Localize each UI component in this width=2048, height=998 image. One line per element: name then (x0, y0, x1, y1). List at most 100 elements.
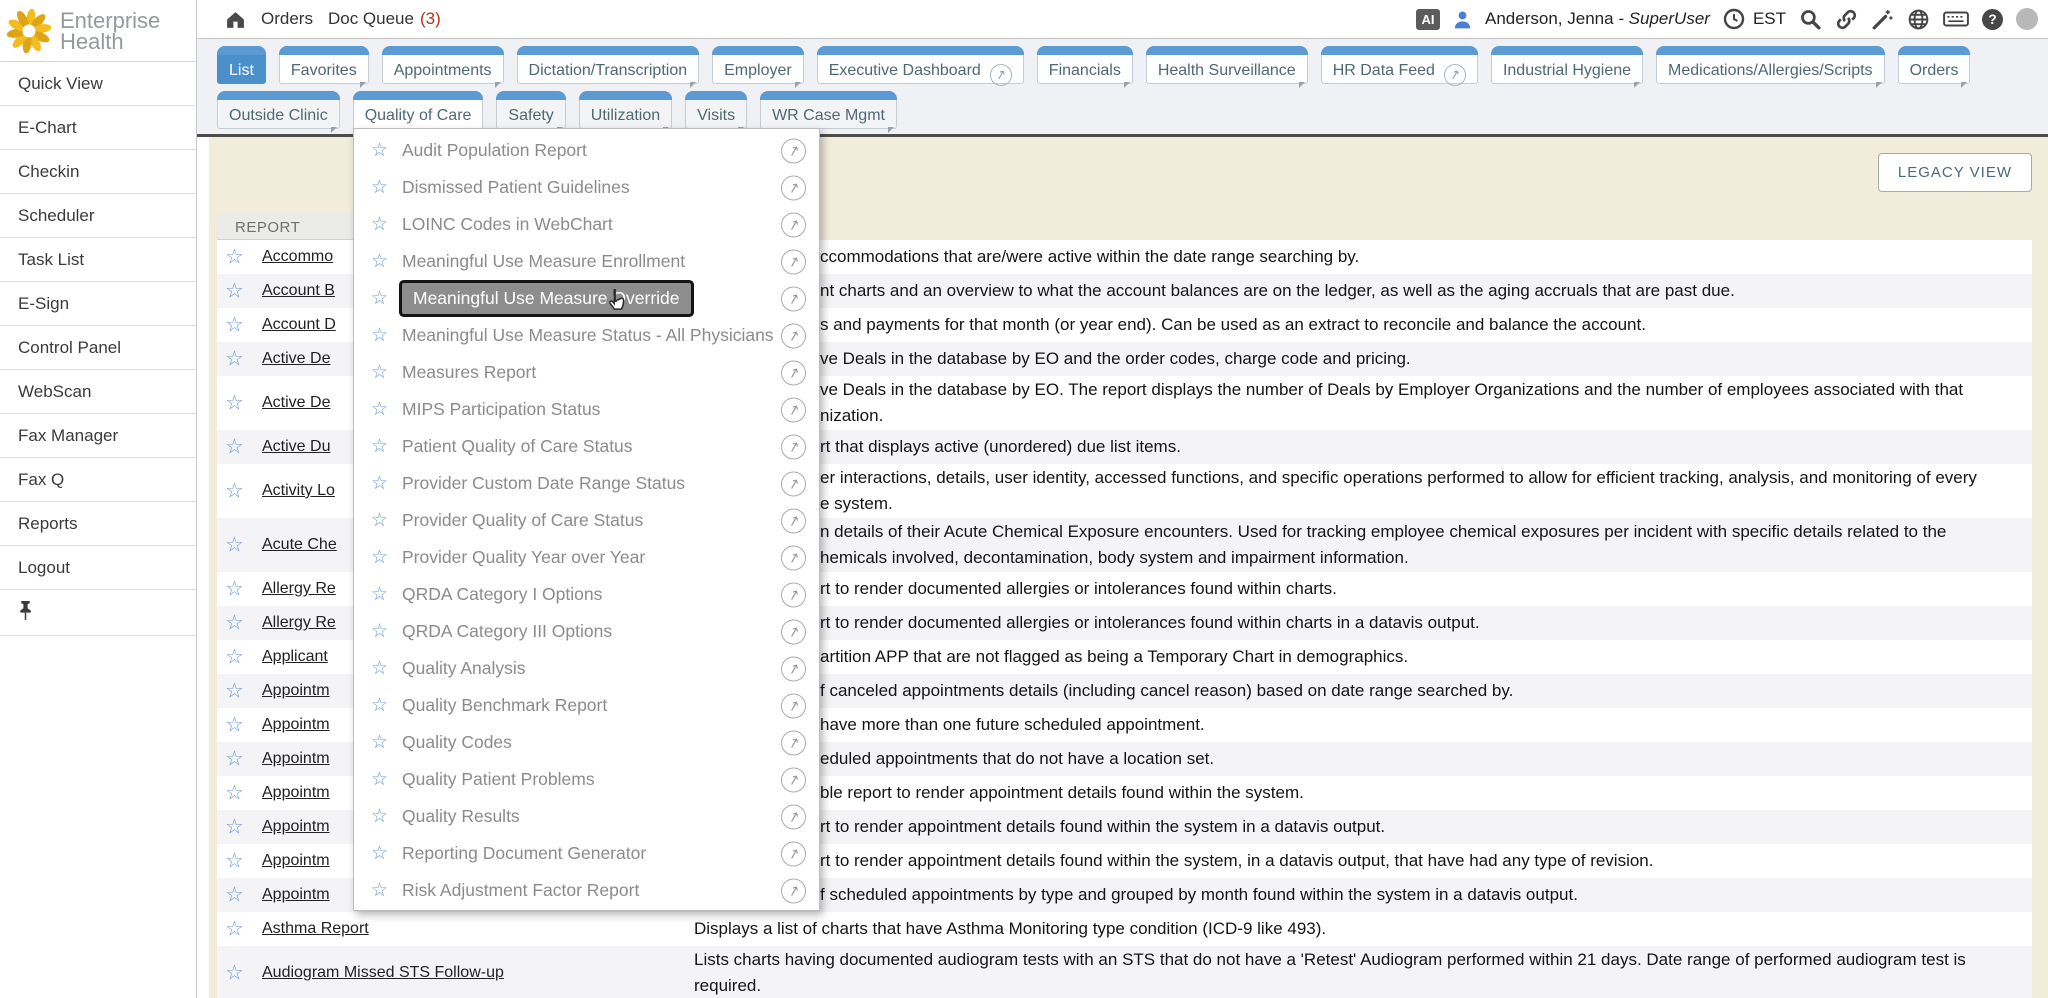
open-report-icon[interactable]: ↗ (781, 434, 806, 459)
tab[interactable]: List (217, 46, 266, 84)
sidebar-pin-row[interactable] (0, 590, 196, 636)
open-report-icon[interactable]: ↗ (781, 249, 806, 274)
open-report-icon[interactable]: ↗ (781, 138, 806, 163)
favorite-star-icon[interactable]: ☆ (371, 215, 392, 234)
open-report-icon[interactable]: ↗ (781, 323, 806, 348)
dropdown-item[interactable]: ☆ Reporting Document Generator ↗ (354, 835, 819, 872)
favorite-star-icon[interactable]: ☆ (225, 393, 244, 414)
favorite-star-icon[interactable]: ☆ (225, 579, 244, 600)
favorite-star-icon[interactable]: ☆ (371, 178, 392, 197)
open-report-icon[interactable]: ↗ (781, 582, 806, 607)
report-link[interactable]: Appointm (262, 716, 330, 734)
report-link[interactable]: Activity Lo (262, 482, 335, 500)
open-report-icon[interactable]: ↗ (781, 286, 806, 311)
open-report-icon[interactable]: ↗ (781, 730, 806, 755)
tab[interactable]: Employer (712, 46, 804, 84)
dropdown-item[interactable]: ☆ Audit Population Report ↗ (354, 132, 819, 169)
favorite-star-icon[interactable]: ☆ (225, 647, 244, 668)
favorite-star-icon[interactable]: ☆ (371, 326, 392, 345)
report-link[interactable]: Account D (262, 316, 336, 334)
dropdown-item[interactable]: ☆ Quality Patient Problems ↗ (354, 761, 819, 798)
dropdown-item[interactable]: ☆ Risk Adjustment Factor Report ↗ (354, 872, 819, 909)
dropdown-item[interactable]: ☆ LOINC Codes in WebChart ↗ (354, 206, 819, 243)
favorite-star-icon[interactable]: ☆ (371, 881, 392, 900)
favorite-star-icon[interactable]: ☆ (371, 474, 392, 493)
tab[interactable]: Favorites (279, 46, 369, 84)
dropdown-item[interactable]: ☆ Quality Benchmark Report ↗ (354, 687, 819, 724)
sidebar-item[interactable]: E-Sign (0, 282, 196, 326)
tab[interactable]: Quality of Care (353, 91, 484, 133)
open-report-icon[interactable]: ↗ (781, 804, 806, 829)
search-icon[interactable] (1799, 8, 1822, 31)
favorite-star-icon[interactable]: ☆ (225, 783, 244, 804)
globe-icon[interactable] (1907, 8, 1930, 31)
tab[interactable]: WR Case Mgmt (760, 91, 897, 129)
sidebar-item[interactable]: Control Panel (0, 326, 196, 370)
open-report-icon[interactable]: ↗ (781, 471, 806, 496)
open-report-icon[interactable]: ↗ (781, 508, 806, 533)
report-link[interactable]: Active De (262, 394, 330, 412)
tab[interactable]: Appointments (382, 46, 504, 84)
sidebar-item[interactable]: Logout (0, 546, 196, 590)
report-link[interactable]: Active Du (262, 438, 330, 456)
tab[interactable]: Safety (496, 91, 565, 129)
dropdown-item[interactable]: ☆ Quality Results ↗ (354, 798, 819, 835)
link-icon[interactable] (1835, 8, 1858, 31)
sidebar-item[interactable]: Checkin (0, 150, 196, 194)
favorite-star-icon[interactable]: ☆ (225, 851, 244, 872)
help-icon[interactable]: ? (1982, 9, 2003, 30)
dropdown-item[interactable]: ☆ Provider Quality of Care Status ↗ (354, 502, 819, 539)
report-link[interactable]: Allergy Re (262, 580, 336, 598)
favorite-star-icon[interactable]: ☆ (225, 437, 244, 458)
tab[interactable]: Industrial Hygiene (1491, 46, 1643, 84)
favorite-star-icon[interactable]: ☆ (371, 696, 392, 715)
favorite-star-icon[interactable]: ☆ (225, 613, 244, 634)
favorite-star-icon[interactable]: ☆ (371, 141, 392, 160)
open-report-icon[interactable]: ↗ (781, 767, 806, 792)
open-report-icon[interactable]: ↗ (781, 841, 806, 866)
favorite-star-icon[interactable]: ☆ (371, 437, 392, 456)
favorite-star-icon[interactable]: ☆ (225, 919, 244, 940)
favorite-star-icon[interactable]: ☆ (225, 963, 244, 984)
tab[interactable]: Orders (1898, 46, 1971, 84)
sidebar-item[interactable]: WebScan (0, 370, 196, 414)
report-link[interactable]: Appointm (262, 818, 330, 836)
favorite-star-icon[interactable]: ☆ (225, 247, 244, 268)
dropdown-item[interactable]: ☆ Quality Codes ↗ (354, 724, 819, 761)
dropdown-item[interactable]: ☆ Measures Report ↗ (354, 354, 819, 391)
tab[interactable]: Dictation/Transcription (517, 46, 700, 84)
report-link[interactable]: Acute Che (262, 536, 337, 554)
open-report-icon[interactable]: ↗ (781, 619, 806, 644)
keyboard-icon[interactable] (1943, 9, 1969, 29)
dropdown-item[interactable]: ☆ Meaningful Use Measure Enrollment ↗ (354, 243, 819, 280)
report-link[interactable]: Accommo (262, 248, 333, 266)
favorite-star-icon[interactable]: ☆ (371, 622, 392, 641)
tab[interactable]: Executive Dashboard↗ (817, 46, 1024, 84)
open-report-icon[interactable]: ↗ (781, 693, 806, 718)
favorite-star-icon[interactable]: ☆ (371, 252, 392, 271)
dropdown-item[interactable]: ☆ Provider Quality Year over Year ↗ (354, 539, 819, 576)
favorite-star-icon[interactable]: ☆ (225, 885, 244, 906)
open-report-icon[interactable]: ↗ (781, 878, 806, 903)
report-link[interactable]: Appointm (262, 750, 330, 768)
pin-icon[interactable] (18, 600, 33, 621)
favorite-star-icon[interactable]: ☆ (225, 281, 244, 302)
report-link[interactable]: Appointm (262, 682, 330, 700)
sidebar-item[interactable]: Scheduler (0, 194, 196, 238)
dropdown-item[interactable]: ☆ QRDA Category I Options ↗ (354, 576, 819, 613)
home-icon[interactable] (225, 10, 246, 29)
favorite-star-icon[interactable]: ☆ (371, 844, 392, 863)
favorite-star-icon[interactable]: ☆ (371, 733, 392, 752)
legacy-view-button[interactable]: LEGACY VIEW (1878, 153, 2032, 192)
tab[interactable]: Utilization (579, 91, 672, 129)
favorite-star-icon[interactable]: ☆ (225, 349, 244, 370)
tab[interactable]: Visits (685, 91, 747, 129)
sidebar-item[interactable]: Task List (0, 238, 196, 282)
favorite-star-icon[interactable]: ☆ (225, 715, 244, 736)
report-link[interactable]: Account B (262, 282, 335, 300)
open-report-icon[interactable]: ↗ (781, 397, 806, 422)
open-report-icon[interactable]: ↗ (781, 175, 806, 200)
favorite-star-icon[interactable]: ☆ (225, 681, 244, 702)
open-report-icon[interactable]: ↗ (781, 545, 806, 570)
breadcrumb-orders[interactable]: Orders (261, 9, 313, 29)
